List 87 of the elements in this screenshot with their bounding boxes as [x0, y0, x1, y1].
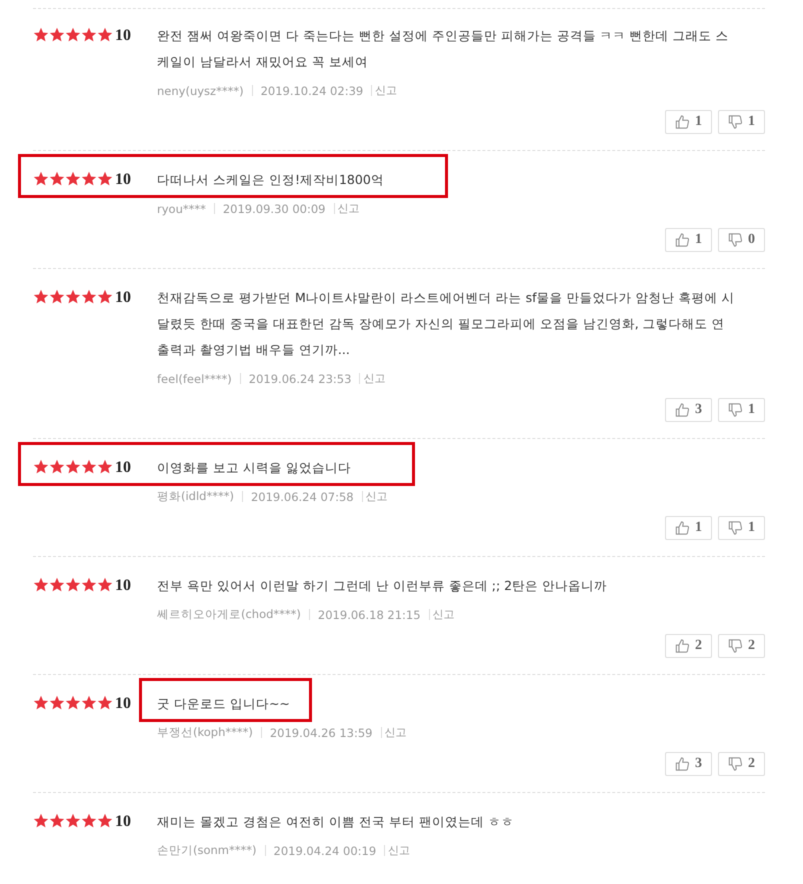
review-date: 2019.09.30 00:09	[222, 202, 326, 216]
review-author: neny(uysz****)	[157, 84, 244, 98]
dislike-button[interactable]: 1	[718, 516, 765, 540]
star-icon	[49, 813, 65, 829]
star-icon	[49, 27, 65, 43]
thumbs-up-icon	[675, 639, 689, 653]
rating-score: 10	[115, 170, 132, 190]
star-icon	[49, 289, 65, 305]
like-button[interactable]: 1	[665, 516, 712, 540]
star-icon	[81, 459, 97, 475]
thumbs-down-icon	[728, 233, 742, 247]
star-icon	[65, 459, 81, 475]
star-icon	[65, 171, 81, 187]
star-icon	[65, 289, 81, 305]
review-text: 전부 욕만 있어서 이런말 하기 그런데 난 이런부류 좋은데 ;; 2탄은 안나옵니까	[157, 577, 608, 595]
dislike-button[interactable]: 2	[718, 752, 765, 776]
star-icon	[33, 171, 49, 187]
star-icon	[97, 27, 113, 43]
review-text: 재미는 몰겠고 경첨은 여전히 이쁨 전국 부터 팬이였는데 ㅎㅎ	[157, 813, 514, 831]
review-text: 천재감독으로 평가받던 M나이트샤말란이 라스트에어벤더 라는 sf물을 만들었다가 암청난 혹평에 시달렸듯 한때 중국을 대표한던 감독 장예모가 자신의 필모그라피에 오점을 남긴영화, 그렇다해도 연출력과 촬영기법 배우들 연기까...	[157, 289, 736, 359]
star-icon	[97, 577, 113, 593]
like-button[interactable]: 1	[665, 110, 712, 134]
dislike-button[interactable]: 2	[718, 634, 765, 658]
star-icon	[81, 289, 97, 305]
review-date: 2019.06.18 21:15	[318, 608, 421, 622]
review-text: 이영화를 보고 시력을 잃었습니다	[157, 459, 351, 477]
dislike-button[interactable]: 1	[718, 398, 765, 422]
thumbs-down-icon	[728, 115, 742, 129]
review-author: ryou****	[157, 202, 206, 216]
like-button[interactable]: 2	[665, 634, 712, 658]
like-button[interactable]: 3	[665, 398, 712, 422]
star-icon	[81, 27, 97, 43]
thumbs-up-icon	[675, 757, 689, 771]
star-icon	[33, 289, 49, 305]
star-icon	[65, 577, 81, 593]
thumbs-down-icon	[728, 639, 742, 653]
review-author: 평화(idld****)	[157, 489, 234, 504]
star-icon	[33, 27, 49, 43]
thumbs-down-icon	[728, 757, 742, 771]
thumbs-down-icon	[728, 403, 742, 417]
rating-score: 10	[115, 26, 132, 46]
review-date: 2019.04.24 00:19	[274, 844, 376, 858]
dislike-button[interactable]: 0	[718, 228, 765, 252]
review-date: 2019.06.24 07:58	[250, 490, 354, 504]
star-icon	[49, 577, 65, 593]
star-icon	[33, 813, 49, 829]
thumbs-up-icon	[675, 233, 689, 247]
review-text: 완전 잼써 여왕죽이면 다 죽는다는 뻔한 설정에 주인공들만 피해가는 공격들 ㅋㅋ 뻔한데 그래도 스케일이 남달라서 재밌어요 꼭 보세여	[157, 27, 730, 71]
review-date: 2019.06.24 23:53	[248, 372, 352, 386]
review-text: 굿 다운로드 입니다~~	[157, 695, 290, 713]
review-author: 부쟁선(koph****)	[157, 725, 253, 740]
review-date: 2019.10.24 02:39	[260, 84, 364, 98]
star-icon	[97, 289, 113, 305]
star-icon	[65, 27, 81, 43]
star-icon	[97, 459, 113, 475]
review-author: 쎄르히오아게로(chod****)	[157, 607, 301, 622]
star-icon	[81, 813, 97, 829]
star-icon	[33, 695, 49, 711]
thumbs-up-icon	[675, 115, 689, 129]
star-icon	[81, 577, 97, 593]
star-icon	[81, 695, 97, 711]
review-date: 2019.04.26 13:59	[270, 726, 373, 740]
like-button[interactable]: 3	[665, 752, 712, 776]
review-text: 다떠나서 스케일은 인정!제작비1800억	[157, 171, 384, 189]
review-author: 손만기(sonm****)	[157, 843, 256, 858]
star-icon	[33, 459, 49, 475]
star-icon	[97, 695, 113, 711]
review-author: feel(feel****)	[157, 372, 232, 386]
thumbs-up-icon	[675, 521, 689, 535]
star-icon	[49, 695, 65, 711]
rating-score: 10	[115, 694, 132, 714]
star-icon	[65, 813, 81, 829]
star-icon	[97, 813, 113, 829]
dislike-button[interactable]: 1	[718, 110, 765, 134]
rating-score: 10	[115, 458, 132, 478]
star-icon	[49, 171, 65, 187]
star-icon	[97, 171, 113, 187]
thumbs-down-icon	[728, 521, 742, 535]
rating-score: 10	[115, 288, 132, 308]
star-icon	[65, 695, 81, 711]
thumbs-up-icon	[675, 403, 689, 417]
rating-score: 10	[115, 812, 132, 832]
star-icon	[81, 171, 97, 187]
like-button[interactable]: 1	[665, 228, 712, 252]
rating-score: 10	[115, 576, 132, 596]
star-icon	[33, 577, 49, 593]
star-icon	[49, 459, 65, 475]
